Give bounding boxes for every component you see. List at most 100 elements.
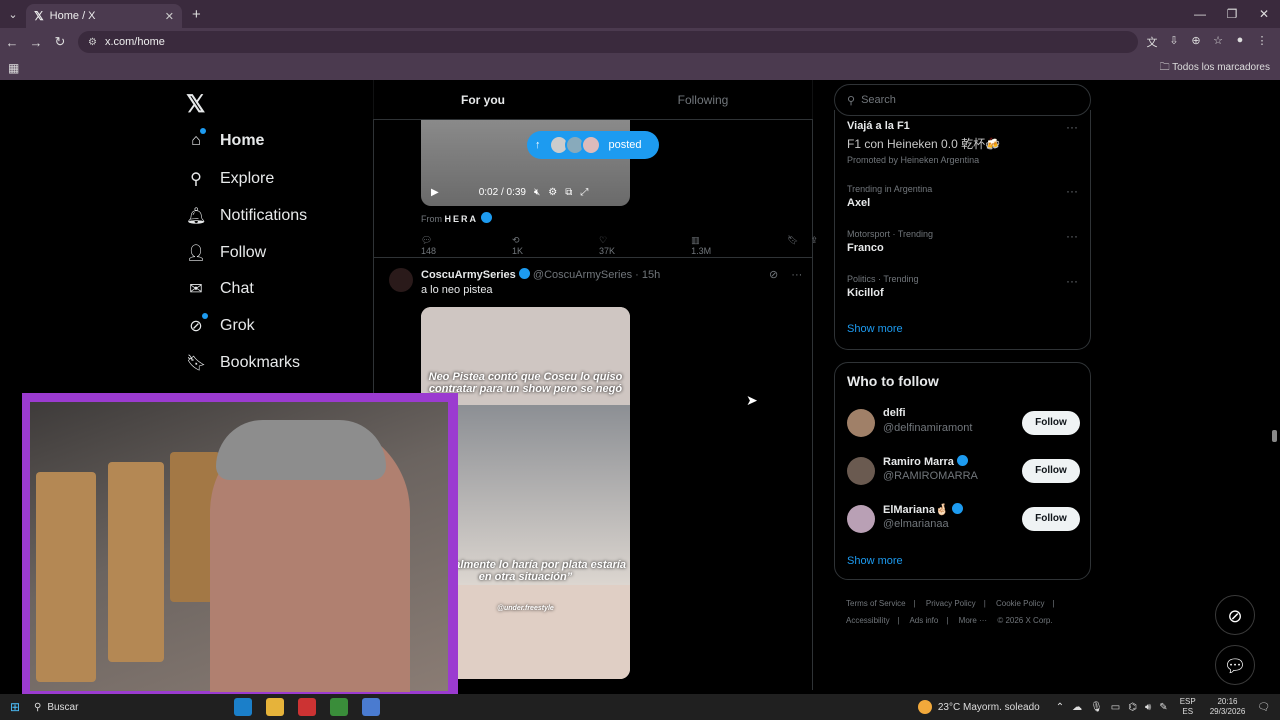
settings-icon[interactable]: ⚙ [548, 187, 557, 198]
trend-item[interactable]: Motorsport · Trending Franco [847, 229, 933, 254]
more-icon[interactable]: ··· [1066, 229, 1078, 243]
author-name[interactable]: CoscuArmySeries [421, 269, 516, 281]
site-info-icon[interactable]: ⚙ [88, 37, 97, 48]
browser-tab[interactable]: 𝕏 Home / X ✕ [26, 4, 182, 28]
reload-icon[interactable]: ↻ [48, 34, 72, 50]
apps-grid-icon[interactable]: ▦ [8, 61, 19, 75]
zoom-icon[interactable]: ⊕ [1188, 34, 1204, 50]
footer-link[interactable]: More ··· [959, 616, 987, 625]
follow-button[interactable]: Follow [1022, 459, 1080, 483]
chevron-up-icon[interactable]: ⌃ [1056, 702, 1064, 713]
post-menu: ⊘ ··· [769, 268, 802, 281]
avatar[interactable] [389, 268, 413, 292]
notification-icon[interactable]: 🗨︎ [1257, 702, 1270, 713]
more-icon[interactable]: ··· [1066, 120, 1078, 134]
profile-icon[interactable]: ● [1232, 34, 1248, 50]
forward-icon[interactable]: → [24, 35, 48, 50]
app-icon[interactable] [298, 698, 316, 716]
close-tab-icon[interactable]: ✕ [165, 10, 174, 23]
translate-icon[interactable]: 文 [1144, 34, 1160, 50]
follow-suggestion[interactable]: delfi @delfinamiramont Follow [847, 407, 1080, 441]
edge-icon[interactable] [234, 698, 252, 716]
chat-fab-icon[interactable]: 💬︎ [1215, 645, 1255, 685]
tab-following[interactable]: Following [593, 80, 813, 119]
trend-item[interactable]: Trending in Argentina Axel [847, 184, 932, 209]
footer-sep: | [983, 599, 986, 608]
url-input[interactable]: ⚙ x.com/home [78, 31, 1138, 53]
grok-fab-icon[interactable]: ⊘ [1215, 595, 1255, 635]
footer-link[interactable]: Ads info [909, 616, 938, 625]
clock[interactable]: 20:16 29/3/2026 [1210, 697, 1246, 717]
taskbar-search[interactable]: ⚲ Buscar [34, 702, 204, 713]
share-icon[interactable]: ⇪ [811, 235, 819, 256]
close-window-icon[interactable]: ✕ [1248, 7, 1280, 21]
nav-home[interactable]: ⌂ Home [186, 132, 264, 150]
search-input[interactable]: ⚲ Search [834, 84, 1091, 116]
show-more-link[interactable]: Show more [847, 323, 903, 335]
footer-link[interactable]: Terms of Service [846, 599, 906, 608]
tab-for-you[interactable]: For you [373, 80, 593, 119]
views-button[interactable]: ▥ 1.3M [691, 235, 749, 256]
nav-explore[interactable]: ⚲ Explore [186, 169, 274, 189]
windows-start-icon[interactable]: ⊞ [0, 700, 30, 714]
install-icon[interactable]: ⇩ [1166, 34, 1182, 50]
new-posts-pill[interactable]: ↑ posted [527, 131, 659, 159]
nav-grok[interactable]: ⊘ Grok [186, 316, 254, 336]
bookmark-post-icon[interactable]: 🔖︎ [787, 235, 798, 256]
tab-search-icon[interactable]: ⌄ [0, 0, 26, 28]
show-more-link[interactable]: Show more [847, 555, 903, 567]
grok-post-icon[interactable]: ⊘ [769, 269, 778, 281]
author-handle[interactable]: @CoscuArmySeries [533, 269, 632, 281]
fullscreen-icon[interactable]: ⤢ [580, 187, 588, 198]
volume-icon[interactable]: 🔊︎ [1145, 702, 1151, 713]
trend-item[interactable]: Politics · Trending Kicillof [847, 274, 919, 299]
nav-chat[interactable]: ✉ Chat [186, 279, 254, 299]
all-bookmarks-link[interactable]: 🗀 Todos los marcadores [1160, 60, 1270, 77]
post-time: · 15h [635, 269, 661, 281]
more-icon[interactable]: ··· [791, 269, 802, 281]
nav-notifications[interactable]: 🔔︎ Notifications [186, 206, 307, 226]
new-tab-icon[interactable]: + [192, 6, 201, 23]
play-icon[interactable]: ▶ [431, 187, 439, 198]
x-logo-icon[interactable]: 𝕏 [186, 90, 205, 119]
pip-icon[interactable]: ⧉ [565, 187, 572, 198]
mute-icon[interactable]: 🔇︎ [534, 187, 540, 198]
mail-icon: ✉ [189, 281, 203, 298]
star-icon[interactable]: ☆ [1210, 34, 1226, 50]
chrome-icon[interactable] [362, 698, 380, 716]
pen-icon[interactable]: ✎ [1159, 702, 1167, 713]
trend-name: Kicillof [847, 287, 884, 299]
scrollbar-thumb[interactable] [1272, 430, 1277, 442]
explorer-icon[interactable] [266, 698, 284, 716]
more-icon[interactable]: ··· [1066, 274, 1078, 288]
follow-button[interactable]: Follow [1022, 411, 1080, 435]
restore-icon[interactable]: ❐ [1216, 7, 1248, 21]
display-icon[interactable]: ▭ [1111, 702, 1120, 713]
avatar [847, 409, 875, 437]
footer-link[interactable]: Privacy Policy [926, 599, 976, 608]
menu-icon[interactable]: ⋮ [1254, 34, 1270, 50]
nav-follow[interactable]: 👤︎ Follow [186, 243, 266, 263]
cloud-icon[interactable]: ☁ [1072, 702, 1082, 713]
more-icon[interactable]: ··· [1066, 184, 1078, 198]
nav-label: Home [220, 132, 265, 149]
chrome-icon[interactable] [330, 698, 348, 716]
like-button[interactable]: ♡ 37K [599, 235, 653, 256]
minimize-icon[interactable]: — [1184, 7, 1216, 21]
network-icon[interactable]: ⌬ [1128, 702, 1137, 713]
repost-button[interactable]: ⟲ 1K [512, 235, 561, 256]
mic-icon[interactable]: 🎙︎ [1090, 702, 1103, 713]
arrow-up-icon: ↑ [535, 139, 541, 151]
footer-link[interactable]: Accessibility [846, 616, 890, 625]
from-brand[interactable]: HERA [445, 214, 479, 224]
language-indicator[interactable]: ESP ES [1180, 697, 1196, 717]
promo-trend[interactable]: Viajá a la F1 F1 con Heineken 0.0 乾杯🍻 Pr… [847, 120, 1000, 165]
follow-suggestion[interactable]: Ramiro Marra @RAMIROMARRA Follow [847, 455, 1080, 489]
reply-button[interactable]: 💬︎ 148 [421, 235, 474, 256]
follow-button[interactable]: Follow [1022, 507, 1080, 531]
follow-suggestion[interactable]: ElMariana🤞🏻 @elmarianaa Follow [847, 503, 1080, 537]
weather-widget[interactable]: 23°C Mayorm. soleado [917, 700, 1040, 714]
footer-link[interactable]: Cookie Policy [996, 599, 1044, 608]
nav-bookmarks[interactable]: 🔖︎ Bookmarks [186, 353, 300, 373]
back-icon[interactable]: ← [0, 35, 24, 50]
